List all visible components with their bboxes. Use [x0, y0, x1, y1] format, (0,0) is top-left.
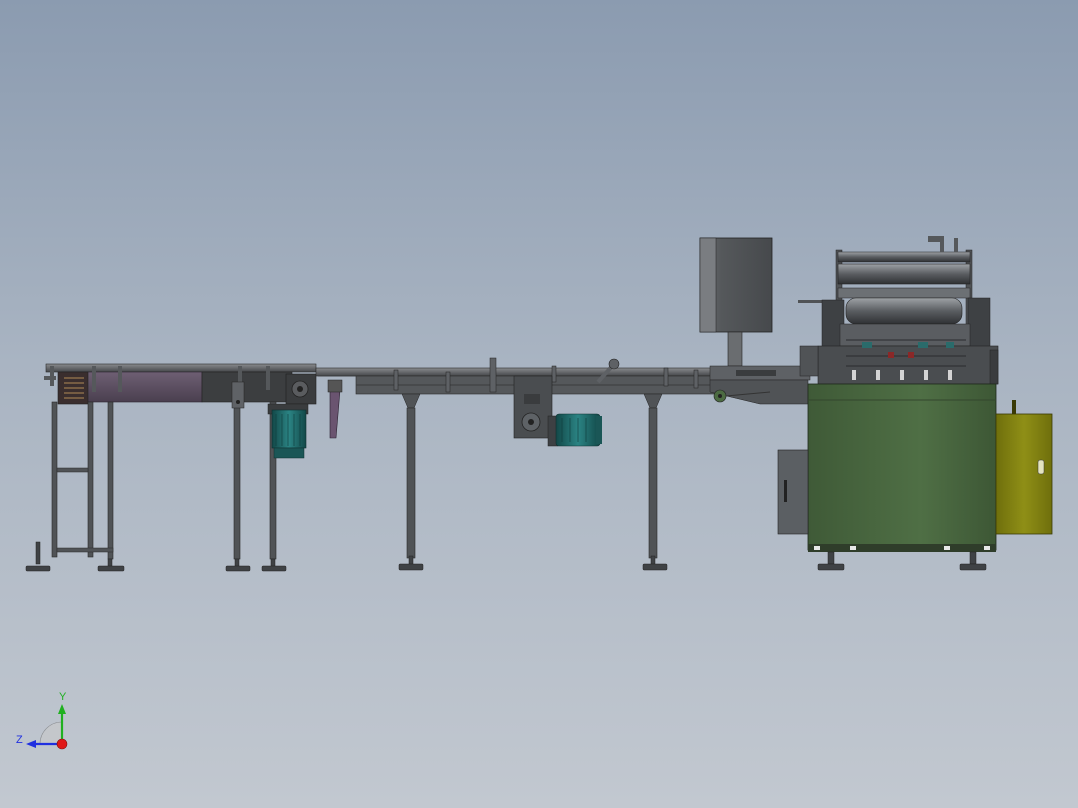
film-hopper — [699, 237, 773, 367]
infeed-conveyor — [25, 363, 317, 572]
transfer-section — [709, 365, 811, 405]
pneumatic-cylinder — [317, 369, 363, 439]
wrapping-machine — [777, 236, 1053, 571]
z-axis-label: Z — [16, 734, 23, 746]
machine-assembly-drawing: Y Z — [16, 236, 1053, 750]
coordinate-triad[interactable]: Y Z — [16, 691, 68, 750]
y-axis-label: Y — [59, 691, 67, 703]
cad-viewport[interactable]: Y Z — [0, 0, 1078, 808]
x-axis-dot — [56, 738, 68, 750]
infeed-drive-motor — [267, 403, 309, 459]
